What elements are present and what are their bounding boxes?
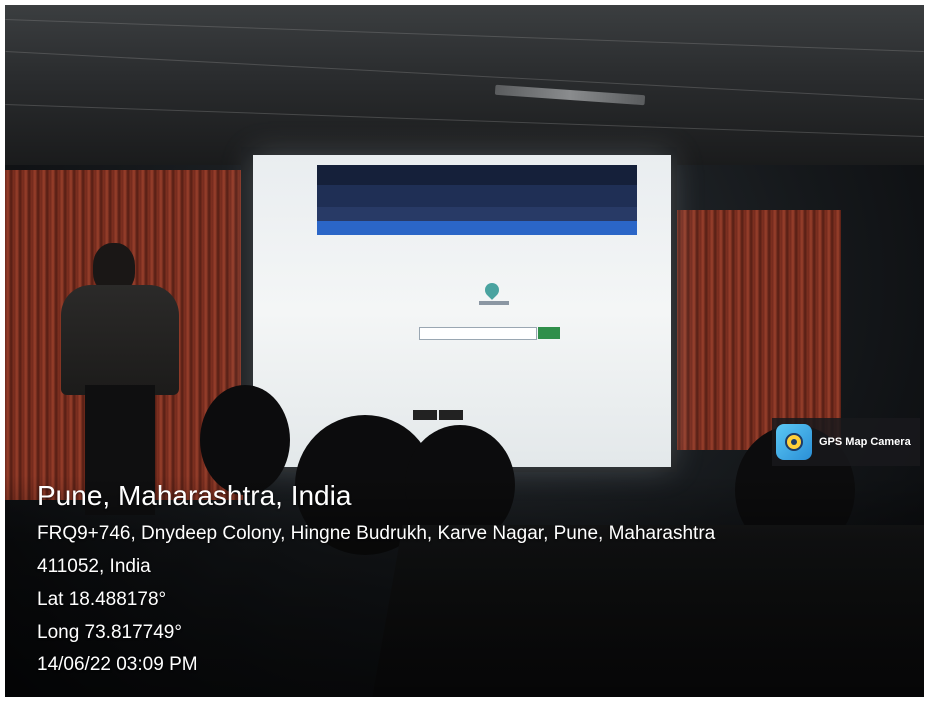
projected-taskbar — [317, 165, 637, 185]
datetime-text: 14/06/22 03:09 PM — [37, 654, 198, 675]
gps-badge-label: GPS Map Camera — [819, 436, 911, 448]
projected-browser-tabs — [317, 185, 637, 207]
ceiling — [5, 5, 924, 165]
projected-url-bar — [317, 207, 637, 221]
projected-app-store-badge — [413, 410, 437, 420]
projected-search-field — [419, 327, 537, 340]
projected-play-store-badge — [439, 410, 463, 420]
gps-map-camera-icon — [776, 424, 812, 460]
speaker-body — [61, 285, 179, 395]
projected-search-button — [538, 327, 560, 339]
gps-map-camera-badge: GPS Map Camera — [772, 418, 920, 466]
longitude-text: Long 73.817749° — [37, 622, 182, 643]
latitude-text: Lat 18.488178° — [37, 589, 167, 610]
address-line-1: FRQ9+746, Dnydeep Colony, Hingne Budrukh… — [37, 523, 716, 544]
address-line-2: 411052, India — [37, 556, 151, 577]
right-curtain — [673, 210, 841, 450]
projected-logo-text — [479, 301, 509, 305]
camera-lens-icon — [785, 433, 803, 451]
location-title: Pune, Maharashtra, India — [37, 480, 352, 511]
projected-site-nav — [317, 221, 637, 235]
